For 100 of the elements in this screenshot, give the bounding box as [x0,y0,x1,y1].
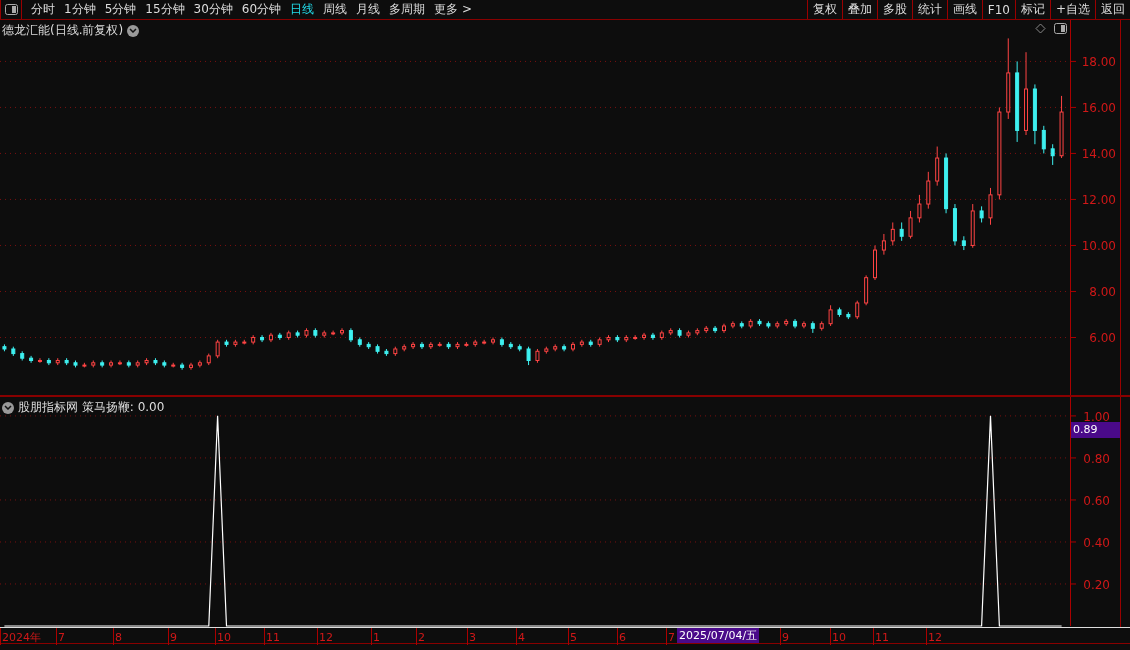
candlestick [935,146,940,187]
candlestick [624,334,629,343]
dropdown-button[interactable] [127,24,140,37]
candlestick [126,360,131,368]
toolbar-button[interactable]: 多股 [876,0,912,19]
axis-label: 11 [875,631,889,644]
candlestick [588,339,593,348]
chevron-down-icon [4,405,12,410]
axis-label: 7 [58,631,65,644]
candlestick [295,330,300,338]
axis-label: 0.60 [1083,493,1110,508]
toolbar-button[interactable]: +自选 [1049,0,1095,19]
candlestick [739,320,744,329]
candlestick [1041,125,1046,154]
candlestick [828,304,833,327]
candlestick [571,341,575,352]
candlestick [46,357,51,366]
candlestick [650,332,655,341]
candlestick [251,334,256,345]
candlestick [491,337,496,345]
candlestick [917,194,922,223]
period-tab[interactable]: 多周期 [389,1,426,18]
panel-icon [4,4,18,15]
period-tab[interactable]: 周线 [323,1,348,18]
candlestick [704,325,709,334]
axis-label: 0.80 [1083,451,1110,466]
candlestick [268,332,273,343]
candlestick [224,339,229,348]
toolbar-button[interactable]: F10 [981,0,1015,19]
axis-label: 14.00 [1081,147,1116,162]
period-tab[interactable]: 30分钟 [193,1,233,18]
candlestick [197,360,202,368]
axis-label: 9 [782,631,789,644]
candlestick [819,320,824,332]
cursor-date-tag: 2025/07/04/五 [677,628,760,643]
period-tab[interactable]: 日线 [290,1,315,18]
period-tab[interactable]: 15分钟 [145,1,185,18]
toolbar-button[interactable]: 叠加 [841,0,877,19]
axis-label: 4 [518,631,525,644]
candlestick [526,346,531,366]
candlestick [455,341,460,350]
period-tab[interactable]: 5分钟 [104,1,137,18]
candlestick [562,343,567,352]
axis-label: 10.00 [1081,239,1116,254]
candlestick [944,152,949,214]
candlestick [499,337,504,348]
period-tab[interactable]: 60分钟 [241,1,282,18]
more-menu[interactable]: 更多 > [434,1,472,18]
axis-label: 6.00 [1089,331,1116,346]
period-tab[interactable]: 月线 [356,1,381,18]
candlestick [29,355,34,364]
toolbar-button[interactable]: 复权 [806,0,842,19]
candlestick [686,330,691,338]
candlestick [695,327,700,336]
candlestick [180,362,185,371]
axis-label: 16.00 [1081,101,1116,116]
panel-toggle-button[interactable] [0,0,22,19]
dropdown-button[interactable] [2,401,14,414]
candlestick [1050,143,1055,166]
candlestick [517,343,522,352]
axis-label: 12.00 [1081,193,1116,208]
toolbar-button[interactable]: 统计 [911,0,947,19]
candlestick [55,357,60,366]
toolbar-button[interactable]: 画线 [946,0,982,19]
candlestick [402,343,407,352]
axis-label: 5 [570,631,577,644]
axis-label: 10 [832,631,846,644]
panel-icon[interactable] [1054,23,1067,34]
candlestick [615,334,620,343]
candlestick [135,360,140,368]
candlestick [64,357,69,366]
candlestick [233,339,238,348]
candlestick [286,330,291,341]
toolbar-button[interactable]: 标记 [1014,0,1050,19]
chevron-down-icon [129,28,138,33]
candlestick [419,341,424,350]
candlestick [100,360,105,368]
candlestick [553,343,558,352]
candlestick [313,327,318,338]
candlestick [109,360,114,368]
candlestick [846,311,851,320]
period-tab[interactable]: 1分钟 [64,1,96,18]
candlestick [864,274,869,306]
candlestick [606,334,611,343]
candlestick [579,339,584,348]
toolbar-button[interactable]: 返回 [1095,0,1130,19]
candlestick [117,360,122,366]
candlestick [482,339,487,345]
candlestick [384,348,389,357]
period-tab[interactable]: 分时 [31,1,55,18]
candlestick [304,327,309,338]
candlestick [215,339,220,359]
candlestick [277,332,282,341]
candlestick [899,221,904,242]
candlestick [748,318,753,329]
candlestick [2,343,7,352]
candlestick [544,346,549,355]
candlestick [597,337,602,348]
candlestick [642,332,647,341]
candlestick [242,339,247,345]
